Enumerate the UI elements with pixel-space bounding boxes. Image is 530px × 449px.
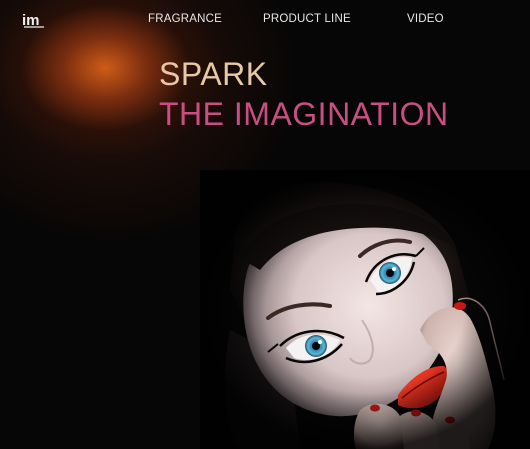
nav-link-product-line[interactable]: PRODUCT LINE bbox=[263, 13, 351, 25]
nav-link-video[interactable]: VIDEO bbox=[407, 13, 444, 25]
hero-page: im FRAGRANCE PRODUCT LINE VIDEO SPARK TH… bbox=[0, 0, 530, 449]
headline-line-2: THE IMAGINATION bbox=[159, 96, 449, 132]
main-nav: FRAGRANCE PRODUCT LINE VIDEO bbox=[0, 13, 530, 29]
hero-headline: SPARK THE IMAGINATION bbox=[159, 54, 449, 134]
headline-line-1: SPARK bbox=[159, 56, 268, 92]
nav-link-fragrance[interactable]: FRAGRANCE bbox=[148, 13, 222, 25]
